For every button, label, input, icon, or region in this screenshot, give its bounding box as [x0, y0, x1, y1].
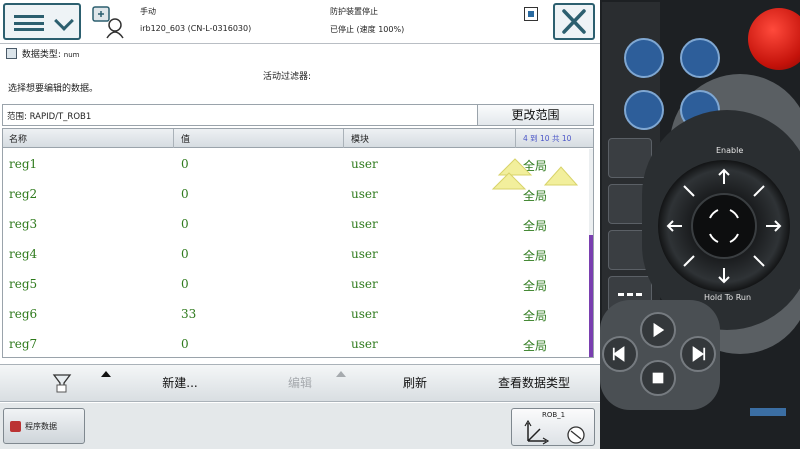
- close-icon: [562, 9, 586, 34]
- cell-module: user: [351, 277, 378, 291]
- hw-key-3[interactable]: [624, 90, 664, 130]
- stop-button[interactable]: [640, 360, 676, 396]
- cell-module: user: [351, 337, 378, 351]
- status-header: 手动 irb120_603 (CN-L-0316030) 防护装置停止 已停止 …: [0, 0, 600, 44]
- cell-module: user: [351, 217, 378, 231]
- play-button[interactable]: [640, 312, 676, 348]
- close-button[interactable]: [553, 3, 595, 40]
- enable-label: Enable: [716, 146, 744, 155]
- step-forward-button[interactable]: [680, 336, 716, 372]
- cell-name: reg4: [9, 247, 38, 261]
- cell-scope: 全局: [523, 219, 548, 233]
- cell-value: 0: [181, 277, 189, 291]
- cell-module: user: [351, 247, 378, 261]
- scope-text: 范围: RAPID/T_ROB1: [7, 112, 92, 122]
- cell-scope: 全局: [523, 249, 548, 263]
- safety-status: 防护装置停止: [330, 7, 378, 16]
- bottom-toolbar: 新建... 编辑 刷新 查看数据类型: [0, 364, 600, 402]
- network-icon: [524, 7, 538, 21]
- step-backward-icon: [612, 346, 625, 362]
- joystick-arrows-icon: [666, 168, 782, 284]
- pendant-hardware: Enable Hold To Run: [600, 0, 800, 449]
- table-row[interactable]: reg6 33 user 全局: [3, 299, 593, 329]
- edit-button[interactable]: 编辑: [250, 365, 350, 401]
- program-data-icon: [10, 421, 21, 432]
- datatype-value: num: [63, 51, 80, 59]
- cell-name: reg6: [9, 307, 38, 321]
- active-filter-label: 活动过滤器:: [263, 72, 312, 82]
- hw-key-1[interactable]: [624, 38, 664, 78]
- flexpendant-screen: 手动 irb120_603 (CN-L-0316030) 防护装置停止 已停止 …: [0, 0, 600, 449]
- menu-up-arrow-icon: [101, 371, 111, 377]
- table-row[interactable]: reg5 0 user 全局: [3, 269, 593, 299]
- cell-scope: 全局: [523, 309, 548, 323]
- hw-key-2[interactable]: [680, 38, 720, 78]
- chevron-down-icon: [54, 11, 74, 31]
- operating-mode: 手动: [140, 7, 156, 16]
- menu-icon: [14, 15, 44, 31]
- main-menu-button[interactable]: [3, 3, 81, 40]
- filter-icon: [52, 374, 72, 393]
- quickset-button[interactable]: ROB_1: [511, 408, 595, 446]
- datatype-label: 数据类型:: [21, 50, 61, 60]
- run-state: 已停止 (速度 100%): [330, 25, 405, 34]
- table-row[interactable]: reg3 0 user 全局: [3, 209, 593, 239]
- cell-name: reg2: [9, 187, 38, 201]
- cell-module: user: [351, 187, 378, 201]
- cell-value: 33: [181, 307, 197, 321]
- stop-icon: [652, 372, 664, 384]
- scroll-thumb[interactable]: [589, 235, 593, 357]
- row-counter: 4 到 10 共 10: [523, 134, 572, 143]
- datatype-line: 数据类型: num: [6, 47, 80, 61]
- cell-value: 0: [181, 247, 189, 261]
- column-header-module[interactable]: 模块: [351, 132, 369, 145]
- step-forward-icon: [692, 346, 706, 362]
- table-row[interactable]: reg4 0 user 全局: [3, 239, 593, 269]
- usb-port: [750, 408, 786, 416]
- cell-name: reg3: [9, 217, 38, 231]
- cell-module: user: [351, 307, 378, 321]
- robot-system-name: irb120_603 (CN-L-0316030): [140, 24, 252, 33]
- task-bar: 程序数据 ROB_1: [0, 403, 600, 449]
- cell-module: user: [351, 157, 378, 171]
- cell-scope: 全局: [523, 279, 548, 293]
- table-row[interactable]: reg7 0 user 全局: [3, 329, 593, 359]
- refresh-button[interactable]: 刷新: [370, 365, 460, 401]
- cell-value: 0: [181, 337, 189, 351]
- view-datatypes-button[interactable]: 查看数据类型: [470, 365, 598, 401]
- table-scrollbar[interactable]: [589, 149, 593, 357]
- column-header-value[interactable]: 值: [181, 132, 190, 145]
- play-icon: [653, 322, 665, 338]
- column-header-name[interactable]: 名称: [9, 132, 27, 145]
- table-header: 名称 值 模块 4 到 10 共 10: [3, 129, 593, 148]
- cell-scope: 全局: [523, 339, 548, 353]
- cell-value: 0: [181, 157, 189, 171]
- hold-to-run-label: Hold To Run: [704, 293, 752, 302]
- new-button[interactable]: 新建...: [130, 365, 230, 401]
- cell-value: 0: [181, 217, 189, 231]
- program-data-tab[interactable]: 程序数据: [3, 408, 85, 444]
- program-data-tab-label: 程序数据: [25, 422, 57, 431]
- scroll-up-arrows-icon[interactable]: [491, 155, 587, 195]
- scope-row: 范围: RAPID/T_ROB1 更改范围: [2, 104, 594, 126]
- data-table: 名称 值 模块 4 到 10 共 10 reg1 0 user 全局 reg2 …: [2, 128, 594, 358]
- coordinate-axes-icon: [524, 419, 585, 445]
- robot-status-icon: [92, 6, 124, 39]
- cell-name: reg5: [9, 277, 38, 291]
- cell-name: reg7: [9, 337, 38, 351]
- program-data-icon: [6, 48, 17, 59]
- select-prompt: 选择想要编辑的数据。: [8, 84, 99, 94]
- emergency-stop-button[interactable]: [748, 8, 800, 70]
- cell-value: 0: [181, 187, 189, 201]
- cell-name: reg1: [9, 157, 38, 171]
- step-backward-button[interactable]: [602, 336, 638, 372]
- change-scope-button[interactable]: 更改范围: [477, 105, 593, 125]
